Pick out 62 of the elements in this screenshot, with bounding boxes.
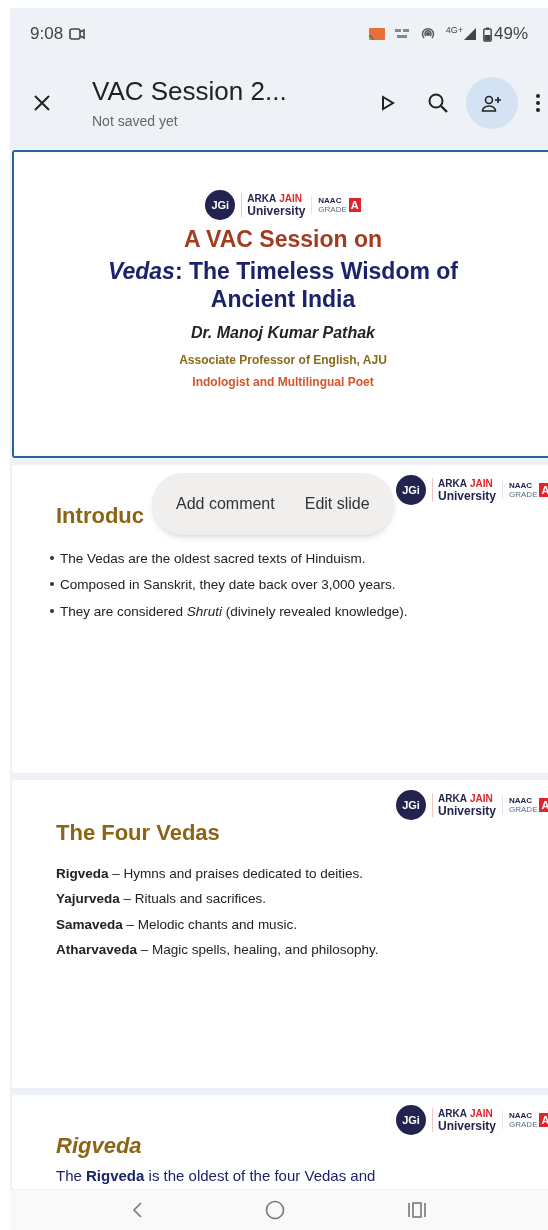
recent-apps-icon[interactable] xyxy=(407,1201,427,1219)
slide-heading: The Four Vedas xyxy=(56,819,220,847)
logo-text: NAAC xyxy=(318,196,343,205)
back-icon[interactable] xyxy=(131,1201,143,1219)
logo-text: GRADE xyxy=(318,205,347,214)
menu-item[interactable]: Add comment xyxy=(176,492,275,516)
logo-text: ARKA xyxy=(438,478,467,490)
network-type: 4G+ xyxy=(445,24,463,37)
logo-text: GRADE xyxy=(509,805,538,814)
slide-paragraph: The Rigveda is the oldest of the four Vedas and xyxy=(56,1166,376,1186)
close-icon xyxy=(33,94,51,112)
signal-label-icon xyxy=(393,27,410,41)
logo-text: University xyxy=(438,1120,497,1132)
play-icon xyxy=(381,95,395,111)
logo-text: GRADE xyxy=(509,1120,538,1129)
vedas-line: Rigveda – Hymns and praises dedicated to deities. xyxy=(56,865,364,883)
slide-title: Vedas: The Timeless Wisdom of Ancient India xyxy=(107,256,459,313)
bullet-text: They are considered Shruti (divinely revealed knowledge). xyxy=(60,602,408,621)
bullet-text: Composed in Sanskrit, they date back over 3,000 years. xyxy=(60,576,396,595)
menu-item[interactable]: Edit slide xyxy=(304,492,370,516)
battery-icon xyxy=(482,26,492,42)
logo-badge: JGi xyxy=(396,1105,426,1135)
logo-badge: JGi xyxy=(396,475,426,505)
logo-text: ARKA xyxy=(438,793,467,805)
logo-badge: JGi xyxy=(205,190,236,220)
vedas-line: Atharvaveda – Magic spells, healing, and philosophy. xyxy=(56,940,379,959)
vedas-line: Yajurveda – Rituals and sacrifices. xyxy=(56,890,268,909)
cast-icon xyxy=(367,27,386,41)
slide-heading: A VAC Session on xyxy=(183,225,383,254)
more-icon xyxy=(536,94,540,112)
search-icon xyxy=(427,92,449,114)
author-tagline: Indologist and Multilingual Poet xyxy=(192,373,374,391)
logo-text: ARKA xyxy=(438,1108,467,1120)
vedas-line: Samaveda – Melodic chants and music. xyxy=(56,915,298,934)
logo-badge: JGi xyxy=(396,790,426,820)
logo-text: NAAC xyxy=(509,1111,534,1120)
logo-text: JAIN xyxy=(469,1108,493,1120)
share-button[interactable] xyxy=(466,77,518,129)
logo-text: University xyxy=(438,490,497,502)
document-title: VAC Session 2... xyxy=(92,74,287,107)
logo-text: JAIN xyxy=(469,793,493,805)
slide-heading: Introduc xyxy=(56,502,144,530)
status-time: 9:08 xyxy=(30,23,64,46)
slide-heading: Rigveda xyxy=(56,1132,142,1160)
author-name: Dr. Manoj Kumar Pathak xyxy=(190,322,375,343)
logo-text: GRADE xyxy=(509,490,538,499)
signal-icon xyxy=(462,27,477,41)
logo-text: University xyxy=(438,805,497,817)
logo-text: JAIN xyxy=(279,193,302,205)
video-camera-icon xyxy=(69,27,86,41)
home-icon[interactable] xyxy=(265,1200,285,1220)
add-person-icon xyxy=(481,94,503,112)
save-status: Not saved yet xyxy=(92,111,179,131)
grade-badge: A xyxy=(348,198,361,212)
logo-text: NAAC xyxy=(509,481,534,490)
logo-text: University xyxy=(247,205,306,217)
logo-text: JAIN xyxy=(469,478,493,490)
logo-text: ARKA xyxy=(247,193,277,205)
logo-text: NAAC xyxy=(509,796,534,805)
bullet-text: The Vedas are the oldest sacred texts of Hinduism. xyxy=(60,550,366,568)
author-role: Associate Professor of English, AJU xyxy=(179,351,387,369)
battery-percent: 49% xyxy=(493,23,528,46)
